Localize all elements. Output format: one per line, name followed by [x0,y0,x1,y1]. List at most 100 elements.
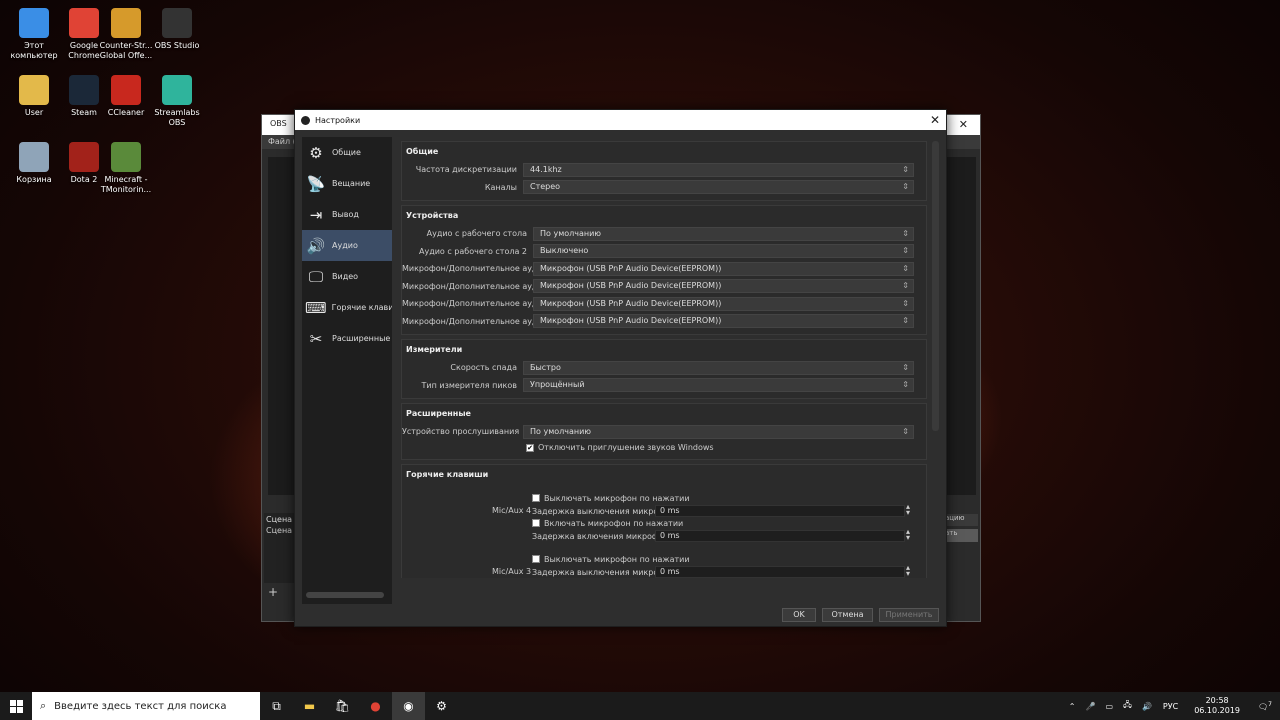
unmute-checkbox[interactable]: Включать микрофон по нажатии [532,519,683,528]
settings-title: Настройки [315,115,361,125]
sidebar-item-2[interactable]: ⇥ Вывод [302,199,392,230]
field-select[interactable]: Стерео [523,180,914,194]
clock[interactable]: 20:58 06.10.2019 [1194,696,1240,716]
devices-row: Микрофон/Дополнительное аудио 3 Микрофон … [402,295,926,312]
dota-icon [69,142,99,172]
hotkey-group-name: Mic/Aux 3 [492,566,532,576]
chrome-taskbar-icon[interactable]: ● [359,692,392,720]
user-folder-icon [19,75,49,105]
checkbox-icon [532,519,540,527]
field-select[interactable]: Микрофон (USB PnP Audio Device(EEPROM)) [533,261,914,276]
desktop-icon[interactable]: OBS Studio [148,8,206,51]
file-explorer-icon[interactable]: ▬ [293,692,326,720]
field-select[interactable]: Микрофон (USB PnP Audio Device(EEPROM)) [533,314,914,328]
field-select[interactable]: По умолчанию [533,226,914,241]
scenes-panel: Сцена Сцена 2 [264,513,294,583]
volume-icon[interactable]: 🔊 [1142,702,1152,711]
csgo-icon [111,8,141,38]
desktop-icon[interactable]: CCleaner [97,75,155,118]
monitor-icon: 🖵 [308,267,324,286]
unmute-delay-spinbox[interactable]: 0 ms [655,529,905,542]
meters-row: Тип измерителя пиков Упрощённый [402,377,926,394]
store-icon[interactable]: 🛍 [326,692,359,720]
start-button[interactable] [0,692,32,720]
devices-row: Аудио с рабочего стола 2 Выключено [402,243,926,260]
apply-button[interactable]: Применить [879,608,939,622]
recycle-bin-icon [19,142,49,172]
tray-expand-icon[interactable]: ⌃ [1069,702,1076,711]
minecraft-icon [111,142,141,172]
checkbox-label: Выключать микрофон по нажатии [544,493,690,503]
battery-icon[interactable]: ▭ [1105,702,1113,711]
taskbar: ⌕ Введите здесь текст для поиска ⧉ ▬ 🛍 ●… [0,692,1280,720]
gear-icon: ⚙ [309,143,323,162]
controls-button-2[interactable]: ать [944,529,978,542]
sidebar-item-label: Аудио [332,241,358,250]
sidebar-scrollbar[interactable] [306,592,384,598]
mute-checkbox[interactable]: Выключать микрофон по нажатии [532,494,690,503]
spin-arrows-icon[interactable]: ▴ ▾ [906,502,910,516]
field-select[interactable]: Микрофон (USB PnP Audio Device(EEPROM)) [533,279,914,293]
checkbox-icon [532,494,540,502]
field-select[interactable]: 44.1khz [523,162,914,177]
sidebar-item-1[interactable]: 📡 Вещание [302,168,392,199]
content-scrollbar[interactable] [932,141,939,431]
scene-item[interactable]: Сцена 2 [266,526,292,535]
field-label: Микрофон/Дополнительное аудио 4 [402,316,556,326]
devices-row: Микрофон/Дополнительное аудио 4 Микрофон … [402,313,926,330]
network-icon[interactable]: 🖧 [1123,699,1132,713]
sidebar-item-label: Вывод [332,210,359,219]
obs-taskbar-icon[interactable]: ◉ [392,692,425,720]
mute-delay-spinbox[interactable]: 0 ms [655,504,905,517]
spin-arrows-icon[interactable]: ▴ ▾ [906,527,910,541]
sidebar-item-label: Расширенные [332,334,391,343]
mute-delay-spinbox[interactable]: 0 ms [655,565,905,578]
sidebar-item-4[interactable]: 🖵 Видео [302,261,392,292]
settings-taskbar-icon[interactable]: ⚙ [425,692,458,720]
close-icon[interactable]: ✕ [959,118,968,131]
desktop-icon[interactable]: Streamlabs OBS [148,75,206,128]
microphone-icon[interactable]: 🎤 [1085,702,1095,711]
checkbox-label: Отключить приглушение звуков Windows [538,443,714,452]
ok-button[interactable]: OK [782,608,816,622]
desktop-icon-label: Streamlabs OBS [154,108,200,127]
steam-icon [69,75,99,105]
mute-checkbox[interactable]: Выключать микрофон по нажатии [532,555,690,564]
monitoring-device-select[interactable]: По умолчанию [523,424,914,439]
task-view-icon[interactable]: ⧉ [260,692,293,720]
notifications-icon[interactable]: 🗨7 [1258,701,1272,712]
search-icon: ⌕ [40,699,47,712]
desktop-icon-label: OBS Studio [154,41,200,50]
add-scene-button[interactable]: + [268,585,278,599]
desktop-icon[interactable]: Minecraft - TMonitorin... [97,142,155,195]
field-select[interactable]: Упрощённый [523,378,914,392]
spin-arrows-icon[interactable]: ▴ ▾ [906,563,910,577]
group-title: Устройства [406,211,459,220]
sidebar-item-5[interactable]: ⌨ Горячие клавиши [302,292,392,323]
sidebar-item-0[interactable]: ⚙ Общие [302,137,392,168]
group-title: Горячие клавиши [406,469,489,479]
keyboard-language[interactable]: РУС [1163,702,1178,711]
field-select[interactable]: Выключено [533,244,914,258]
controls-button-1[interactable]: ацию [944,514,978,526]
disable-ducking-checkbox[interactable]: ✔ Отключить приглушение звуков Windows [526,441,926,455]
group-hotkeys: Горячие клавиши Mic/Aux 4 Выключать микро… [401,463,927,578]
field-label: Аудио с рабочего стола [426,229,527,238]
cancel-button[interactable]: Отмена [822,608,873,622]
field-select[interactable]: Быстро [523,360,914,375]
close-icon[interactable]: ✕ [930,113,940,127]
hotkey-group-name: Mic/Aux 4 [492,505,532,515]
sidebar-item-6[interactable]: ✂ Расширенные [302,323,392,354]
sidebar-item-3[interactable]: 🔊 Аудио [302,230,392,261]
field-select[interactable]: Микрофон (USB PnP Audio Device(EEPROM)) [533,296,914,311]
checkbox-checked-icon: ✔ [526,443,534,452]
group-title: Общие [406,147,439,156]
search-placeholder: Введите здесь текст для поиска [54,700,227,712]
group-advanced: Расширенные Устройство прослушивания По … [401,403,927,460]
sidebar-item-label: Горячие клавиши [331,303,392,312]
desktop-icon[interactable]: Counter-Str... Global Offe... [97,8,155,61]
checkbox-label: Выключать микрофон по нажатии [544,554,690,564]
settings-titlebar[interactable]: Настройки ✕ [295,110,946,130]
obs-logo-icon [301,115,310,125]
taskbar-search[interactable]: ⌕ Введите здесь текст для поиска [32,692,260,720]
